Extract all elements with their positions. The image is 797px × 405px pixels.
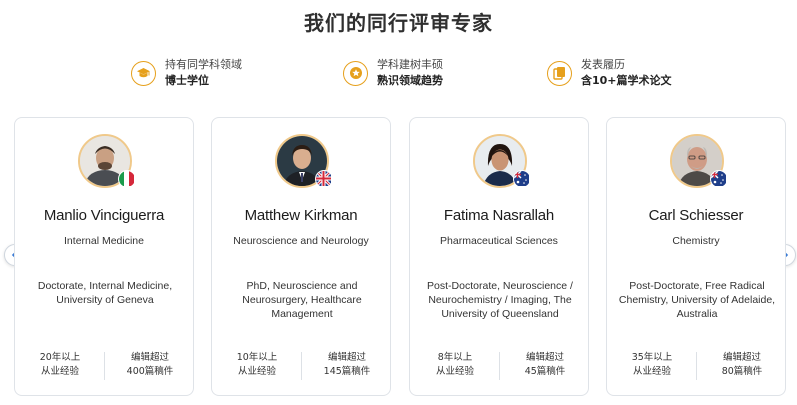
expert-education: Doctorate, Internal Medicine, University… [37,280,173,306]
feature-line2: 含10+篇学术论文 [581,74,672,87]
experience-stat: 35年以上 从业经验 [607,351,697,379]
edits-value: 编辑超过 [130,352,169,363]
expert-field: Neuroscience and Neurology [233,235,369,247]
expert-name: Manlio Vinciguerra [43,207,165,224]
expert-education: PhD, Neuroscience and Neurosurgery, Heal… [242,280,362,320]
edits-value: 编辑超过 [327,352,366,363]
experience-label: 从业经验 [632,366,671,377]
experience-stat: 20年以上 从业经验 [15,351,105,379]
edits-label: 400篇稿件 [126,366,174,377]
feature-phd: 持有同学科领域 博士学位 [131,56,242,90]
expert-stats: 10年以上 从业经验 编辑超过 145篇稿件 [212,351,390,381]
documents-icon [547,60,572,86]
edits-label: 145篇稿件 [323,366,371,377]
expert-field: Internal Medicine [64,235,144,247]
expert-name: Fatima Nasrallah [443,207,555,224]
edits-label: 80篇稿件 [721,366,763,377]
feature-line2: 熟识领域趋势 [377,74,443,87]
australia-flag-icon [513,170,531,188]
expert-stats: 20年以上 从业经验 编辑超过 400篇稿件 [15,351,193,381]
expert-card[interactable]: Matthew Kirkman Neuroscience and Neurolo… [211,117,391,396]
feature-line1: 学科建树丰硕 [377,58,443,71]
feature-line1: 发表履历 [581,58,625,71]
feature-line1: 持有同学科领域 [165,58,242,71]
expert-name: Carl Schiesser [648,207,744,224]
experience-value: 10年以上 [236,352,278,363]
experience-stat: 8年以上 从业经验 [410,351,500,379]
experience-value: 20年以上 [39,352,81,363]
edits-value: 编辑超过 [525,352,564,363]
page-title: 我们的同行评审专家 [304,11,493,35]
italy-flag-icon [118,170,136,188]
expert-field: Pharmaceutical Sciences [440,235,558,247]
edits-value: 编辑超过 [722,352,761,363]
expert-card[interactable]: Carl Schiesser Chemistry Post-Doctorate,… [606,117,786,396]
expert-education: Post-Doctorate, Free Radical Chemistry, … [618,280,776,320]
experience-label: 从业经验 [435,366,474,377]
uk-flag-icon [315,170,333,188]
expert-card[interactable]: Fatima Nasrallah Pharmaceutical Sciences… [409,117,589,396]
feature-publications: 发表履历 含10+篇学术论文 [547,56,672,90]
edits-stat: 编辑超过 45篇稿件 [500,351,590,379]
star-badge-icon [343,60,368,86]
experience-label: 从业经验 [237,366,276,377]
edits-stat: 编辑超过 80篇稿件 [697,351,787,379]
expert-name: Matthew Kirkman [244,207,358,224]
experience-value: 35年以上 [631,352,673,363]
expert-stats: 35年以上 从业经验 编辑超过 80篇稿件 [607,351,785,381]
graduation-cap-icon [131,60,156,86]
expert-field: Chemistry [672,235,720,247]
feature-expertise: 学科建树丰硕 熟识领域趋势 [343,56,443,90]
experience-stat: 10年以上 从业经验 [212,351,302,379]
edits-label: 45篇稿件 [524,366,566,377]
expert-stats: 8年以上 从业经验 编辑超过 45篇稿件 [410,351,588,381]
expert-card[interactable]: Manlio Vinciguerra Internal Medicine Doc… [14,117,194,396]
expert-education: Post-Doctorate, Neuroscience / Neurochem… [427,280,573,320]
experience-label: 从业经验 [40,366,79,377]
edits-stat: 编辑超过 400篇稿件 [105,351,195,379]
australia-flag-icon [710,170,728,188]
experience-value: 8年以上 [437,352,473,363]
feature-line2: 博士学位 [165,74,209,87]
edits-stat: 编辑超过 145篇稿件 [302,351,392,379]
